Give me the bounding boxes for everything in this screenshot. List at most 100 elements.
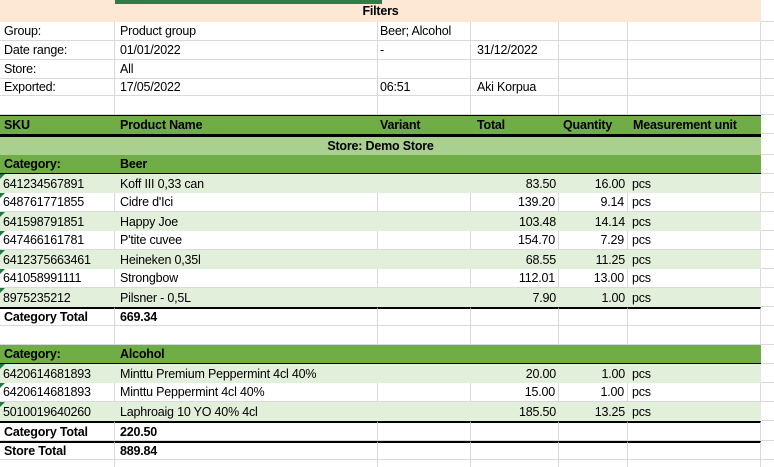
sku-cell[interactable]: 6420614681893: [0, 364, 115, 383]
empty-cell[interactable]: [378, 326, 471, 345]
empty-cell[interactable]: [761, 250, 774, 269]
filter-value-cell[interactable]: [378, 60, 471, 79]
column-header-total[interactable]: Total: [471, 115, 559, 134]
quantity-cell[interactable]: 1.00: [559, 288, 628, 307]
empty-cell[interactable]: [628, 41, 761, 60]
filter-label-cell[interactable]: Group:: [0, 22, 115, 41]
empty-cell[interactable]: [378, 441, 471, 460]
unit-cell[interactable]: pcs: [628, 212, 761, 231]
total-cell[interactable]: 68.55: [471, 250, 559, 269]
empty-cell[interactable]: [628, 79, 761, 96]
category-total-label-cell[interactable]: Category Total: [0, 307, 115, 326]
total-cell[interactable]: 112.01: [471, 269, 559, 288]
empty-cell[interactable]: [559, 421, 628, 441]
sku-cell[interactable]: 5010019640260: [0, 402, 115, 421]
unit-cell[interactable]: pcs: [628, 231, 761, 250]
empty-cell[interactable]: [378, 96, 471, 115]
empty-cell[interactable]: [628, 22, 761, 41]
empty-cell[interactable]: [559, 60, 628, 79]
variant-cell[interactable]: [378, 212, 471, 231]
total-cell[interactable]: 20.00: [471, 364, 559, 383]
quantity-cell[interactable]: 13.00: [559, 269, 628, 288]
empty-cell[interactable]: [628, 96, 761, 115]
category-name-cell[interactable]: Alcohol: [115, 345, 761, 364]
category-total-value-cell[interactable]: 220.50: [115, 421, 378, 441]
column-header-product-name[interactable]: Product Name: [115, 115, 378, 134]
empty-cell[interactable]: [761, 212, 774, 231]
empty-cell[interactable]: [471, 326, 559, 345]
empty-cell[interactable]: [628, 421, 761, 441]
total-cell[interactable]: 154.70: [471, 231, 559, 250]
column-header-variant[interactable]: Variant: [378, 115, 471, 134]
unit-cell[interactable]: pcs: [628, 269, 761, 288]
empty-cell[interactable]: [115, 326, 378, 345]
empty-cell[interactable]: [115, 96, 378, 115]
product-name-cell[interactable]: Pilsner - 0,5L: [115, 288, 378, 307]
category-label-cell[interactable]: Category:: [0, 155, 115, 174]
sku-cell[interactable]: 6412375663461: [0, 250, 115, 269]
empty-cell[interactable]: [761, 383, 774, 402]
empty-cell[interactable]: [559, 79, 628, 96]
empty-cell[interactable]: [761, 307, 774, 326]
category-label-cell[interactable]: Category:: [0, 345, 115, 364]
product-name-cell[interactable]: Strongbow: [115, 269, 378, 288]
empty-cell[interactable]: [471, 460, 559, 467]
empty-cell[interactable]: [628, 60, 761, 79]
empty-cell[interactable]: [471, 441, 559, 460]
empty-cell[interactable]: [559, 326, 628, 345]
unit-cell[interactable]: pcs: [628, 250, 761, 269]
variant-cell[interactable]: [378, 269, 471, 288]
empty-cell[interactable]: [378, 460, 471, 467]
variant-cell[interactable]: [378, 288, 471, 307]
empty-cell[interactable]: [761, 269, 774, 288]
empty-cell[interactable]: [0, 96, 115, 115]
unit-cell[interactable]: pcs: [628, 383, 761, 402]
unit-cell[interactable]: pcs: [628, 288, 761, 307]
empty-cell[interactable]: [628, 441, 761, 460]
category-name-cell[interactable]: Beer: [115, 155, 761, 174]
empty-cell[interactable]: [471, 421, 559, 441]
category-total-value-cell[interactable]: 669.34: [115, 307, 378, 326]
product-name-cell[interactable]: Laphroaig 10 YO 40% 4cl: [115, 402, 378, 421]
empty-cell[interactable]: [761, 288, 774, 307]
empty-cell[interactable]: [761, 60, 774, 79]
sku-cell[interactable]: 641058991111: [0, 269, 115, 288]
column-header-quantity[interactable]: Quantity: [559, 115, 628, 134]
sku-cell[interactable]: 8975235212: [0, 288, 115, 307]
filter-value-cell[interactable]: Aki Korpua: [471, 79, 559, 96]
store-total-label-cell[interactable]: Store Total: [0, 441, 115, 460]
filter-value-cell[interactable]: -: [378, 41, 471, 60]
column-header-measurement-unit[interactable]: Measurement unit: [628, 115, 761, 134]
unit-cell[interactable]: pcs: [628, 364, 761, 383]
empty-cell[interactable]: [628, 307, 761, 326]
empty-cell[interactable]: [761, 460, 774, 467]
empty-cell[interactable]: [761, 22, 774, 41]
empty-cell[interactable]: [628, 460, 761, 467]
empty-cell[interactable]: [0, 326, 115, 345]
empty-cell[interactable]: [761, 345, 774, 364]
sku-cell[interactable]: 648761771855: [0, 193, 115, 212]
empty-cell[interactable]: [761, 137, 774, 155]
variant-cell[interactable]: [378, 402, 471, 421]
empty-cell[interactable]: [0, 460, 115, 467]
sku-cell[interactable]: 6420614681893: [0, 383, 115, 402]
quantity-cell[interactable]: 14.14: [559, 212, 628, 231]
empty-cell[interactable]: [115, 460, 378, 467]
empty-cell[interactable]: [761, 441, 774, 460]
empty-cell[interactable]: [761, 174, 774, 193]
empty-cell[interactable]: [761, 231, 774, 250]
sku-cell[interactable]: 647466161781: [0, 231, 115, 250]
total-cell[interactable]: 83.50: [471, 174, 559, 193]
column-header-sku[interactable]: SKU: [0, 115, 115, 134]
category-total-label-cell[interactable]: Category Total: [0, 421, 115, 441]
filter-value-cell[interactable]: [471, 22, 559, 41]
product-name-cell[interactable]: Minttu Peppermint 4cl 40%: [115, 383, 378, 402]
variant-cell[interactable]: [378, 193, 471, 212]
empty-cell[interactable]: [761, 41, 774, 60]
total-cell[interactable]: 139.20: [471, 193, 559, 212]
empty-cell[interactable]: [559, 307, 628, 326]
sku-cell[interactable]: 641234567891: [0, 174, 115, 193]
quantity-cell[interactable]: 13.25: [559, 402, 628, 421]
empty-cell[interactable]: [761, 155, 774, 174]
product-name-cell[interactable]: Cidre d'Ici: [115, 193, 378, 212]
